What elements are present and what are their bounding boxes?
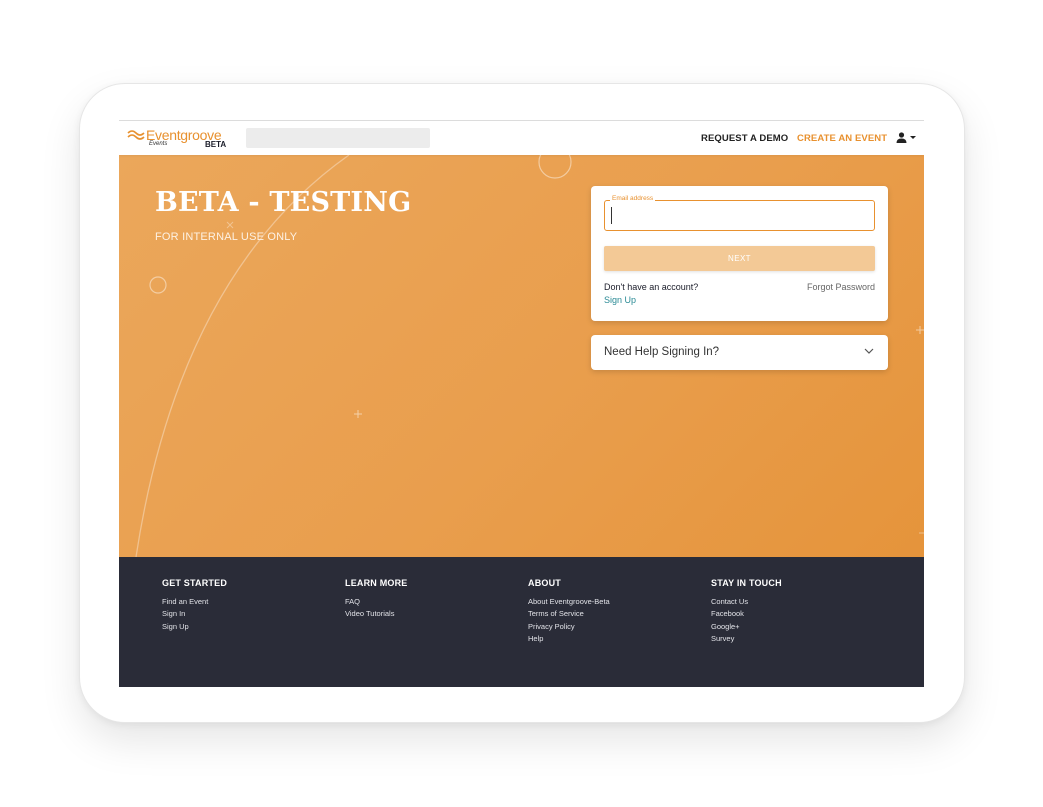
- footer: GET STARTED Find an Event Sign In Sign U…: [119, 557, 924, 687]
- eventgroove-logo[interactable]: Eventgroove Events BETA: [127, 127, 237, 151]
- user-menu[interactable]: [896, 132, 920, 146]
- footer-heading: GET STARTED: [162, 578, 228, 588]
- email-field[interactable]: Email address: [604, 195, 875, 231]
- footer-link[interactable]: Terms of Service: [528, 608, 610, 620]
- footer-link[interactable]: Facebook: [711, 608, 782, 620]
- footer-link[interactable]: Contact Us: [711, 596, 782, 608]
- footer-link[interactable]: FAQ: [345, 596, 408, 608]
- footer-heading: STAY IN TOUCH: [711, 578, 782, 588]
- email-input[interactable]: [611, 207, 866, 224]
- request-demo-link[interactable]: REQUEST A DEMO: [701, 133, 788, 144]
- footer-link[interactable]: About Eventgroove-Beta: [528, 596, 610, 608]
- help-signing-in-accordion[interactable]: Need Help Signing In?: [591, 335, 888, 370]
- footer-column-learn-more: LEARN MORE FAQ Video Tutorials: [345, 578, 408, 621]
- logo-beta-badge: BETA: [205, 140, 227, 149]
- email-label: Email address: [610, 195, 656, 202]
- footer-link[interactable]: Sign In: [162, 608, 227, 620]
- sign-up-link[interactable]: Sign Up: [604, 295, 636, 305]
- footer-column-get-started: GET STARTED Find an Event Sign In Sign U…: [162, 578, 227, 633]
- footer-link[interactable]: Video Tutorials: [345, 608, 408, 620]
- footer-link[interactable]: Sign Up: [162, 621, 227, 633]
- footer-column-stay-in-touch: STAY IN TOUCH Contact Us Facebook Google…: [711, 578, 782, 645]
- login-card: Email address NEXT Don't have an account…: [591, 186, 888, 321]
- hero-subtitle: FOR INTERNAL USE ONLY: [155, 231, 298, 243]
- footer-heading: LEARN MORE: [345, 578, 408, 588]
- forgot-password-link[interactable]: Forgot Password: [807, 282, 875, 292]
- hero-section: BETA - TESTING FOR INTERNAL USE ONLY Ema…: [119, 155, 924, 557]
- create-event-link[interactable]: CREATE AN EVENT: [797, 133, 887, 144]
- chevron-down-icon: [864, 348, 874, 354]
- footer-column-about: ABOUT About Eventgroove-Beta Terms of Se…: [528, 578, 610, 645]
- footer-link[interactable]: Privacy Policy: [528, 621, 610, 633]
- footer-link[interactable]: Google+: [711, 621, 782, 633]
- user-icon: [896, 132, 907, 143]
- footer-link[interactable]: Help: [528, 633, 610, 645]
- next-button[interactable]: NEXT: [604, 246, 875, 271]
- hero-title: BETA - TESTING: [155, 187, 412, 218]
- browser-viewport: Eventgroove Events BETA REQUEST A DEMO C…: [119, 120, 924, 687]
- top-navbar: Eventgroove Events BETA REQUEST A DEMO C…: [119, 120, 924, 155]
- footer-link[interactable]: Survey: [711, 633, 782, 645]
- help-label: Need Help Signing In?: [604, 346, 720, 358]
- chevron-down-icon: [910, 136, 916, 139]
- footer-heading: ABOUT: [528, 578, 561, 588]
- footer-link[interactable]: Find an Event: [162, 596, 227, 608]
- logo-wave-icon: [127, 130, 145, 140]
- no-account-text: Don't have an account?: [604, 282, 699, 292]
- logo-sub: Events: [149, 141, 168, 147]
- nav-search-input[interactable]: [246, 128, 430, 148]
